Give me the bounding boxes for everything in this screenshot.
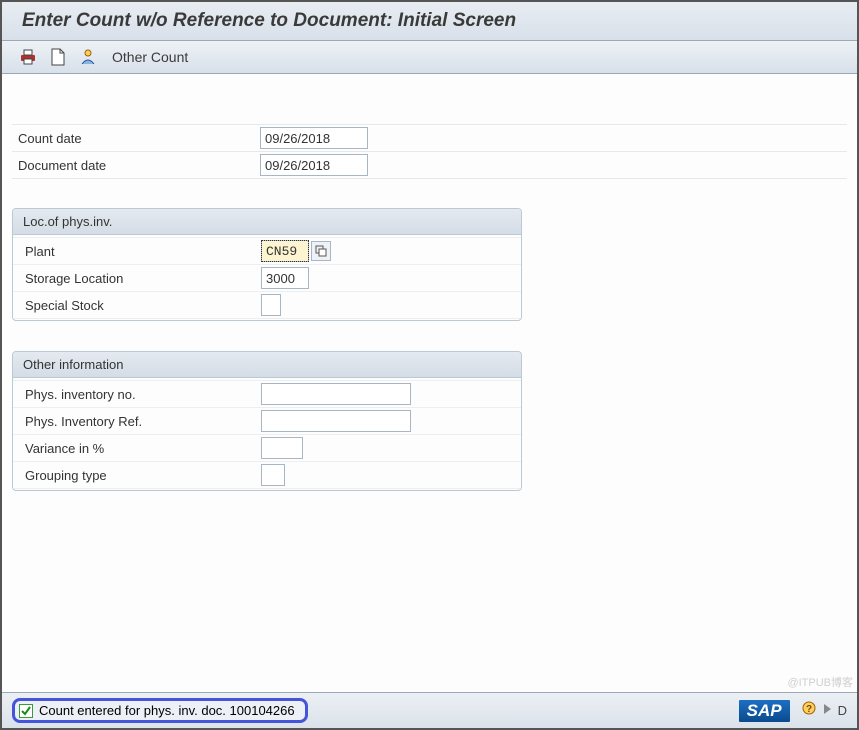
document-date-row: Document date xyxy=(12,151,847,179)
group-other-title: Other information xyxy=(13,352,521,378)
plant-search-help-icon[interactable] xyxy=(311,241,331,261)
help-icon[interactable]: ? xyxy=(802,701,818,720)
special-stock-input[interactable] xyxy=(261,294,281,316)
svg-text:?: ? xyxy=(806,704,812,715)
toolbar: Other Count xyxy=(2,41,857,74)
sap-logo: SAP xyxy=(739,700,790,722)
status-bar: Count entered for phys. inv. doc. 100104… xyxy=(2,692,857,728)
status-right: SAP ? D xyxy=(739,700,847,722)
grouping-type-row: Grouping type xyxy=(13,461,521,489)
count-date-row: Count date xyxy=(12,124,847,152)
phys-inventory-no-row: Phys. inventory no. xyxy=(13,380,521,408)
storage-location-row: Storage Location xyxy=(13,264,521,292)
plant-row: Plant xyxy=(13,237,521,265)
special-stock-row: Special Stock xyxy=(13,291,521,319)
variance-row: Variance in % xyxy=(13,434,521,462)
content-area: Count date Document date Loc.of phys.inv… xyxy=(2,74,857,692)
phys-inventory-ref-input[interactable] xyxy=(261,410,411,432)
plant-label: Plant xyxy=(19,244,261,259)
app-window: Enter Count w/o Reference to Document: I… xyxy=(0,0,859,730)
status-message-box: Count entered for phys. inv. doc. 100104… xyxy=(12,698,308,723)
count-date-input[interactable] xyxy=(260,127,368,149)
document-date-input[interactable] xyxy=(260,154,368,176)
overview-icon[interactable] xyxy=(78,47,98,67)
document-date-label: Document date xyxy=(12,158,260,173)
print-icon[interactable] xyxy=(18,47,38,67)
watermark: @ITPUB博客 xyxy=(787,674,853,690)
variance-label: Variance in % xyxy=(19,441,261,456)
phys-inventory-ref-label: Phys. Inventory Ref. xyxy=(19,414,261,429)
group-loc-phys-inv: Loc.of phys.inv. Plant Storage Location … xyxy=(12,208,522,321)
plant-input[interactable] xyxy=(261,240,309,262)
group-loc-title: Loc.of phys.inv. xyxy=(13,209,521,235)
forward-icon[interactable] xyxy=(822,702,834,719)
grouping-type-label: Grouping type xyxy=(19,468,261,483)
other-count-button[interactable]: Other Count xyxy=(112,49,188,65)
storage-location-label: Storage Location xyxy=(19,271,261,286)
phys-inventory-no-label: Phys. inventory no. xyxy=(19,387,261,402)
title-bar: Enter Count w/o Reference to Document: I… xyxy=(2,2,857,41)
status-message-text: Count entered for phys. inv. doc. 100104… xyxy=(39,703,295,718)
phys-inventory-no-input[interactable] xyxy=(261,383,411,405)
storage-location-input[interactable] xyxy=(261,267,309,289)
new-document-icon[interactable] xyxy=(48,47,68,67)
status-right-text: D xyxy=(838,703,847,718)
success-check-icon xyxy=(19,704,33,718)
variance-input[interactable] xyxy=(261,437,303,459)
group-other-information: Other information Phys. inventory no. Ph… xyxy=(12,351,522,491)
special-stock-label: Special Stock xyxy=(19,298,261,313)
phys-inventory-ref-row: Phys. Inventory Ref. xyxy=(13,407,521,435)
count-date-label: Count date xyxy=(12,131,260,146)
page-title: Enter Count w/o Reference to Document: I… xyxy=(22,10,516,31)
grouping-type-input[interactable] xyxy=(261,464,285,486)
